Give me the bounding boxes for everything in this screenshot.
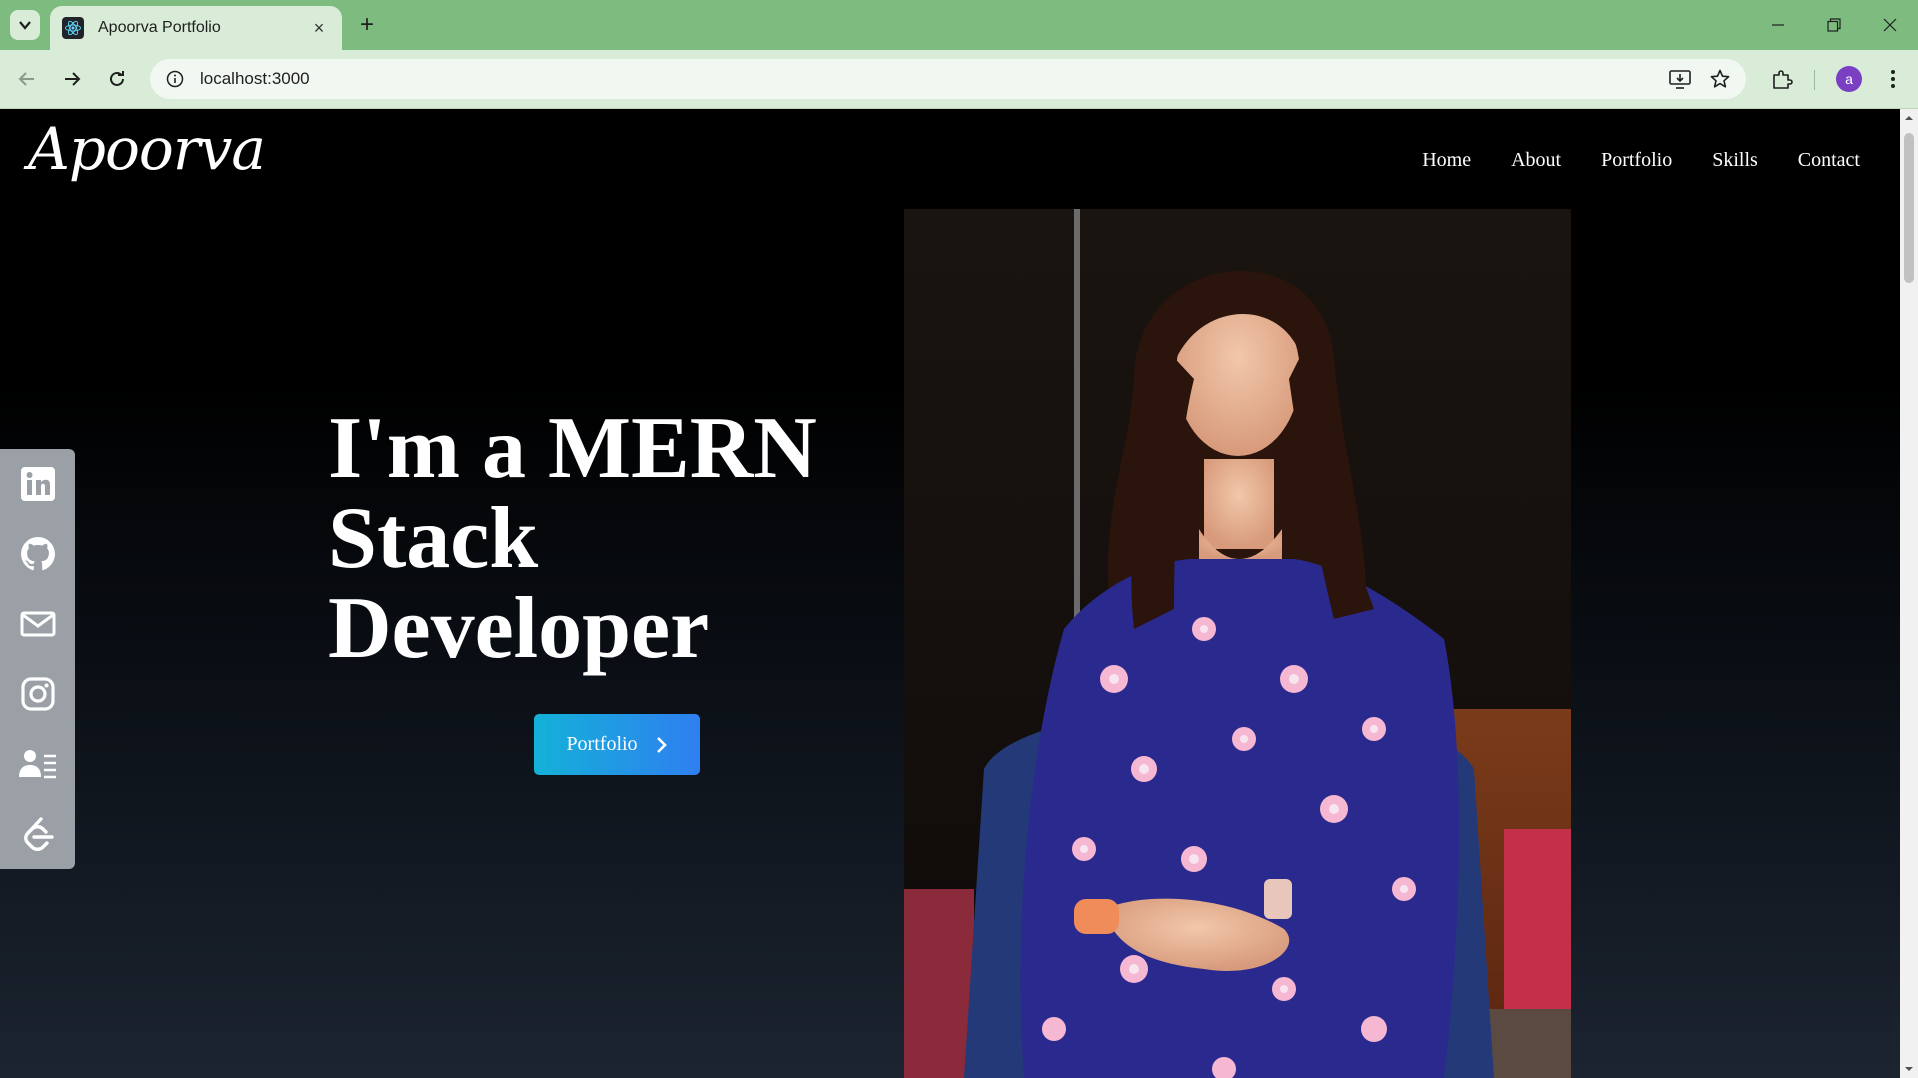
nav-skills[interactable]: Skills: [1712, 149, 1758, 172]
linkedin-icon: [20, 467, 55, 501]
email-link[interactable]: [0, 589, 75, 659]
page-scrollbar[interactable]: [1900, 109, 1918, 1078]
instagram-icon: [20, 677, 55, 711]
nav-about[interactable]: About: [1511, 149, 1561, 172]
forward-button[interactable]: [55, 62, 89, 96]
scroll-down-icon[interactable]: [1904, 1064, 1914, 1074]
tab-close-button[interactable]: ×: [308, 17, 330, 39]
resume-icon: [18, 750, 56, 779]
hero-line: Developer: [328, 580, 710, 677]
extensions-button[interactable]: [1765, 62, 1799, 96]
info-icon: [166, 70, 184, 88]
hero-line: Stack: [328, 490, 539, 587]
browser-toolbar: localhost:3000 a: [0, 50, 1918, 109]
browser-tab-bar: Apoorva Portfolio × +: [0, 0, 1918, 50]
chevron-down-icon: [19, 21, 31, 30]
portfolio-page: Apoorva Home About Portfolio Skills Cont…: [0, 109, 1900, 1078]
arrow-left-icon: [18, 72, 34, 86]
address-bar[interactable]: localhost:3000: [150, 59, 1746, 99]
leetcode-link[interactable]: [0, 799, 75, 869]
reload-icon: [110, 71, 124, 86]
hero-line: I'm a MERN: [328, 400, 817, 497]
linkedin-link[interactable]: [0, 449, 75, 519]
bookmark-button[interactable]: [1706, 65, 1734, 93]
restore-button[interactable]: [1816, 8, 1852, 42]
instagram-link[interactable]: [0, 659, 75, 729]
avatar: a: [1836, 66, 1862, 92]
browser-menu-button[interactable]: [1876, 62, 1910, 96]
browser-tab[interactable]: Apoorva Portfolio ×: [50, 6, 342, 50]
portfolio-cta-button[interactable]: Portfolio: [534, 714, 700, 775]
chevron-right-icon: [656, 736, 667, 753]
url-text[interactable]: localhost:3000: [200, 69, 310, 89]
nav-portfolio[interactable]: Portfolio: [1601, 149, 1672, 172]
nav-home[interactable]: Home: [1422, 149, 1471, 172]
tab-search-button[interactable]: [10, 10, 40, 40]
react-logo-icon: [62, 17, 84, 39]
tab-title: Apoorva Portfolio: [98, 19, 221, 36]
cta-label: Portfolio: [566, 733, 638, 755]
close-icon: [1883, 18, 1897, 32]
restore-icon: [1827, 18, 1841, 32]
arrow-right-icon: [65, 72, 81, 86]
minimize-icon: [1772, 24, 1784, 26]
back-button[interactable]: [10, 62, 44, 96]
close-window-button[interactable]: [1872, 8, 1908, 42]
profile-photo: [904, 209, 1571, 1078]
scrollbar-thumb[interactable]: [1904, 133, 1914, 283]
main-nav: Home About Portfolio Skills Contact: [1422, 149, 1860, 172]
profile-photo-illustration: [904, 209, 1571, 1078]
kebab-menu-icon: [1891, 70, 1895, 88]
profile-button[interactable]: a: [1832, 62, 1866, 96]
install-icon: [1669, 70, 1691, 89]
site-logo[interactable]: Apoorva: [28, 115, 266, 183]
toolbar-separator: [1814, 70, 1815, 90]
leetcode-icon: [23, 817, 54, 851]
github-icon: [20, 537, 55, 571]
scroll-up-icon[interactable]: [1904, 113, 1914, 123]
hero-title: I'm a MERN Stack Developer: [328, 404, 848, 674]
new-tab-button[interactable]: +: [352, 10, 382, 40]
github-link[interactable]: [0, 519, 75, 589]
resume-link[interactable]: [0, 729, 75, 799]
site-info-button[interactable]: [162, 66, 188, 92]
reload-button[interactable]: [100, 62, 134, 96]
star-icon: [1710, 69, 1730, 88]
nav-contact[interactable]: Contact: [1798, 149, 1860, 172]
install-app-button[interactable]: [1666, 65, 1694, 93]
minimize-button[interactable]: [1760, 8, 1796, 42]
mail-icon: [20, 611, 55, 637]
social-links-bar: [0, 449, 75, 869]
puzzle-icon: [1773, 70, 1793, 89]
